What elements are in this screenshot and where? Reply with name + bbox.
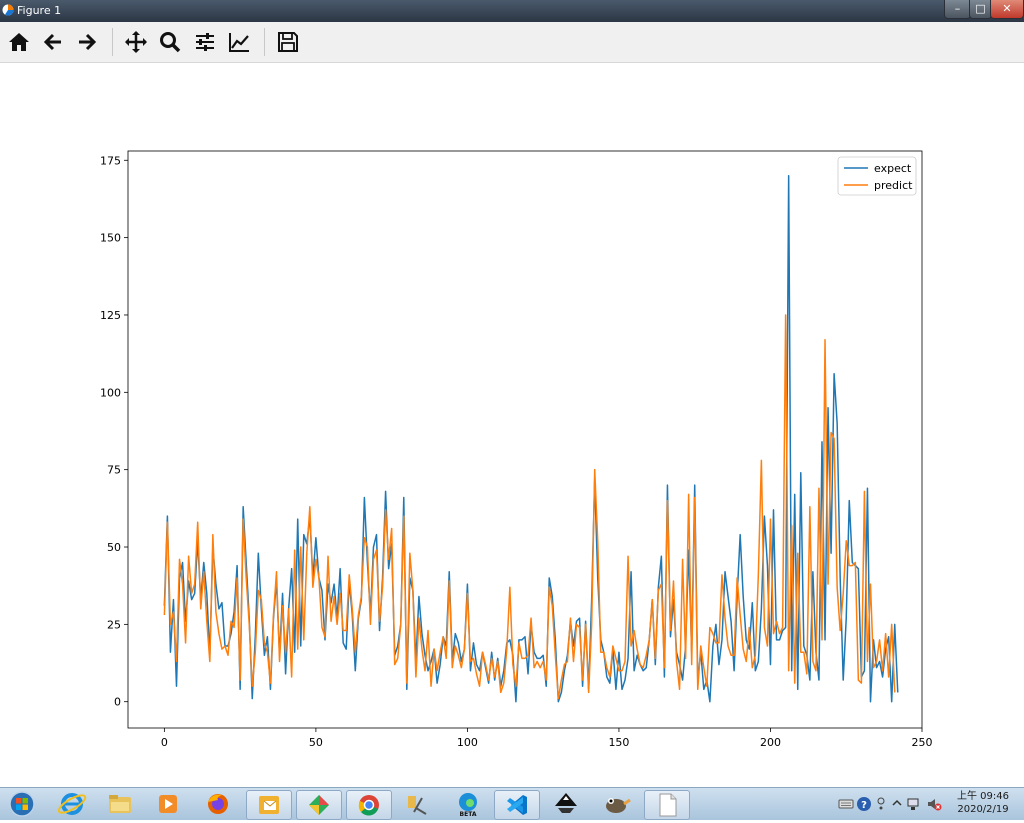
ie-icon[interactable] [50, 790, 94, 818]
document-icon[interactable] [644, 790, 690, 820]
taskbar: BETA ? 上午 09:46 2020/2/19 [0, 787, 1024, 820]
matplotlib-icon [2, 4, 14, 16]
edge-beta-badge: BETA [460, 811, 477, 818]
window-title: Figure 1 [17, 4, 62, 17]
y-tick-label: 0 [114, 696, 121, 709]
input-indicator-icon[interactable] [874, 796, 888, 812]
volume-muted-icon[interactable] [926, 796, 942, 812]
keyboard-icon[interactable] [838, 797, 854, 811]
tray-expand-icon[interactable] [892, 798, 902, 808]
figure-canvas[interactable]: 0 50 100 150 200 250 0 25 50 75 100 125 150 175 expect… [0, 63, 1024, 787]
toolbar [0, 22, 1024, 63]
y-tick-label: 125 [100, 309, 121, 322]
taskbar-clock[interactable]: 上午 09:46 2020/2/19 [950, 790, 1016, 816]
gitkraken-icon[interactable] [296, 790, 342, 820]
y-tick-label: 50 [107, 541, 121, 554]
zoom-icon[interactable] [158, 30, 182, 54]
forward-icon[interactable] [75, 30, 99, 54]
tool-icon[interactable] [396, 790, 440, 818]
x-tick-label: 0 [161, 736, 168, 749]
start-orb[interactable] [2, 790, 42, 818]
maximize-button[interactable]: □ [969, 0, 992, 19]
window-titlebar: Figure 1 – □ ✕ [0, 0, 1024, 22]
vscode-icon[interactable] [494, 790, 540, 820]
chrome-icon[interactable] [346, 790, 392, 820]
x-tick-label: 250 [912, 736, 933, 749]
configure-subplots-icon[interactable] [193, 30, 217, 54]
outlook-icon[interactable] [246, 790, 292, 820]
legend-label-predict: predict [874, 179, 913, 192]
close-button[interactable]: ✕ [990, 0, 1024, 19]
y-tick-label: 100 [100, 386, 121, 399]
explorer-icon[interactable] [98, 790, 142, 818]
series-line-predict [163, 314, 896, 700]
firefox-icon[interactable] [196, 790, 240, 818]
x-tick-label: 200 [760, 736, 781, 749]
x-tick-label: 50 [309, 736, 323, 749]
y-tick-label: 25 [107, 618, 121, 631]
network-icon[interactable] [906, 796, 922, 812]
legend-label-expect: expect [874, 162, 912, 175]
inkscape-icon[interactable] [544, 790, 588, 818]
edit-axis-icon[interactable] [227, 30, 251, 54]
save-icon[interactable] [276, 30, 300, 54]
y-tick-label: 175 [100, 154, 121, 167]
edge-beta-icon[interactable]: BETA [446, 790, 490, 818]
clock-time: 上午 09:46 [957, 791, 1009, 802]
help-icon[interactable]: ? [856, 796, 872, 812]
svg-text:?: ? [861, 800, 867, 811]
line-chart: 0 50 100 150 200 250 0 25 50 75 100 125 150 175 expect… [100, 150, 933, 749]
minimize-button[interactable]: – [944, 0, 971, 19]
clock-date: 2020/2/19 [957, 804, 1009, 815]
toolbar-separator [112, 28, 113, 56]
media-player-icon[interactable] [146, 790, 190, 818]
x-tick-label: 150 [608, 736, 629, 749]
y-tick-label: 150 [100, 232, 121, 245]
gimp-icon[interactable] [594, 790, 638, 818]
back-icon[interactable] [41, 30, 65, 54]
y-tick-label: 75 [107, 464, 121, 477]
toolbar-separator [264, 28, 265, 56]
x-tick-label: 100 [457, 736, 478, 749]
pan-icon[interactable] [124, 30, 148, 54]
home-icon[interactable] [7, 30, 31, 54]
